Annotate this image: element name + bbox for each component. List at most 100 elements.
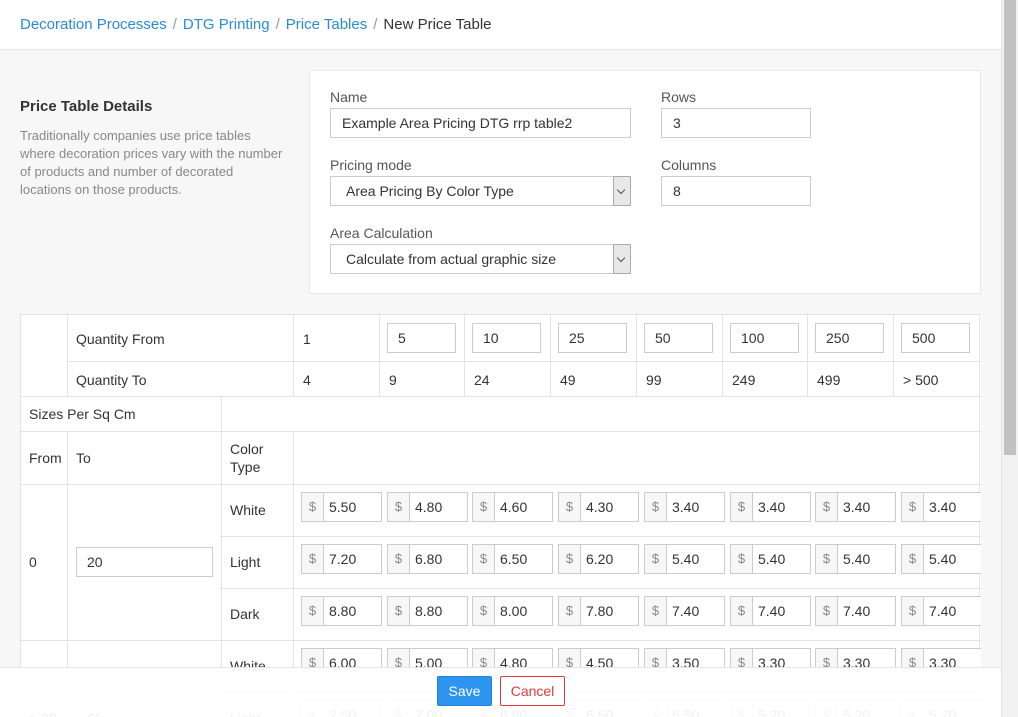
price-input[interactable]: $8.80: [301, 596, 382, 626]
price-input[interactable]: $3.40: [730, 492, 811, 522]
quantity-from-input[interactable]: 25: [558, 323, 627, 353]
price-value: 6.80: [415, 551, 443, 567]
currency-symbol: $: [645, 597, 667, 625]
area-calculation-label: Area Calculation: [330, 225, 433, 241]
quantity-from-value: 1: [303, 331, 311, 347]
breadcrumb-decoration-processes[interactable]: Decoration Processes: [20, 16, 167, 33]
price-input[interactable]: $5.40: [644, 544, 725, 574]
price-input[interactable]: $7.80: [558, 596, 639, 626]
scrollbar[interactable]: [1001, 0, 1018, 717]
price-value: 8.80: [415, 603, 443, 619]
price-input[interactable]: $5.40: [901, 544, 981, 574]
price-input[interactable]: $4.80: [387, 492, 468, 522]
price-input[interactable]: $8.00: [472, 596, 553, 626]
quantity-to-value: 249: [732, 372, 756, 388]
price-input[interactable]: $6.80: [387, 544, 468, 574]
price-input[interactable]: $4.60: [472, 492, 553, 522]
quantity-from-input[interactable]: 250: [815, 323, 884, 353]
quantity-from-input[interactable]: 10: [472, 323, 541, 353]
price-value: 3.40: [758, 499, 786, 515]
grid-line: [67, 314, 68, 396]
price-value: 5.40: [672, 551, 700, 567]
price-value: 5.40: [843, 551, 871, 567]
pricing-mode-select[interactable]: Area Pricing By Color Type: [330, 176, 631, 206]
columns-label: Columns: [661, 157, 717, 173]
currency-symbol: $: [816, 597, 838, 625]
quantity-from-input[interactable]: 100: [730, 323, 799, 353]
quantity-from-input[interactable]: 500: [901, 323, 970, 353]
price-input[interactable]: $5.50: [301, 492, 382, 522]
grid-line: [893, 314, 894, 396]
rows-label: Rows: [661, 89, 697, 105]
price-input[interactable]: $5.40: [815, 544, 896, 574]
breadcrumb-price-tables[interactable]: Price Tables: [286, 16, 367, 33]
currency-symbol: $: [559, 545, 581, 573]
price-value: 7.20: [329, 551, 357, 567]
grid-line: [20, 314, 981, 315]
currency-symbol: $: [302, 493, 324, 521]
quantity-to-value: 24: [474, 372, 490, 388]
currency-symbol: $: [302, 597, 324, 625]
price-input[interactable]: $6.50: [472, 544, 553, 574]
price-value: 7.80: [586, 603, 614, 619]
chevron-down-icon: [613, 244, 631, 274]
save-button[interactable]: Save: [437, 676, 492, 706]
to-header: To: [76, 450, 91, 466]
price-value: 3.40: [843, 499, 871, 515]
currency-symbol: $: [731, 597, 753, 625]
currency-symbol: $: [388, 493, 410, 521]
from-header: From: [29, 450, 62, 466]
currency-symbol: $: [816, 493, 838, 521]
grid-line: [807, 314, 808, 396]
price-input[interactable]: $7.40: [901, 596, 981, 626]
price-value: 4.60: [500, 499, 528, 515]
columns-input[interactable]: [661, 176, 811, 206]
price-input[interactable]: $7.40: [730, 596, 811, 626]
price-input[interactable]: $3.40: [644, 492, 725, 522]
top-bar: Decoration Processes / DTG Printing / Price …: [0, 0, 1001, 50]
price-value: 7.40: [672, 603, 700, 619]
size-to-input[interactable]: 20: [76, 547, 213, 577]
price-value: 8.80: [329, 603, 357, 619]
price-input[interactable]: $6.20: [558, 544, 639, 574]
area-calculation-select[interactable]: Calculate from actual graphic size: [330, 244, 631, 274]
currency-symbol: $: [902, 493, 924, 521]
name-label: Name: [330, 89, 368, 105]
grid-line: [293, 314, 294, 396]
quantity-to-value: 4: [303, 372, 311, 388]
quantity-to-value: 499: [817, 372, 841, 388]
currency-symbol: $: [473, 597, 495, 625]
price-input[interactable]: $8.80: [387, 596, 468, 626]
grid-line: [722, 314, 723, 396]
cancel-button[interactable]: Cancel: [500, 676, 565, 706]
price-table-form: Name Rows Pricing mode Area Pricing By C…: [309, 70, 981, 294]
rows-input[interactable]: [661, 108, 811, 138]
currency-symbol: $: [473, 545, 495, 573]
quantity-from-input[interactable]: 5: [387, 323, 456, 353]
breadcrumb: Decoration Processes / DTG Printing / Price …: [20, 16, 492, 33]
price-input[interactable]: $7.40: [815, 596, 896, 626]
breadcrumb-dtg-printing[interactable]: DTG Printing: [183, 16, 270, 33]
grid-line: [20, 314, 21, 717]
currency-symbol: $: [645, 493, 667, 521]
price-value: 3.40: [672, 499, 700, 515]
price-input[interactable]: $4.30: [558, 492, 639, 522]
scrollbar-thumb[interactable]: [1004, 0, 1016, 455]
price-value: 5.40: [929, 551, 957, 567]
price-value: 7.40: [758, 603, 786, 619]
price-input[interactable]: $3.40: [815, 492, 896, 522]
currency-symbol: $: [731, 545, 753, 573]
quantity-to-label: Quantity To: [76, 372, 147, 388]
breadcrumb-separator: /: [373, 16, 378, 33]
breadcrumb-separator: /: [275, 16, 280, 33]
price-input[interactable]: $5.40: [730, 544, 811, 574]
price-input[interactable]: $3.40: [901, 492, 981, 522]
name-input[interactable]: [330, 108, 631, 138]
price-input[interactable]: $7.20: [301, 544, 382, 574]
price-value: 5.50: [329, 499, 357, 515]
color-type-header: Color Type: [230, 441, 264, 475]
price-input[interactable]: $7.40: [644, 596, 725, 626]
grid-line: [379, 314, 380, 396]
quantity-from-input[interactable]: 50: [644, 323, 713, 353]
currency-symbol: $: [388, 597, 410, 625]
